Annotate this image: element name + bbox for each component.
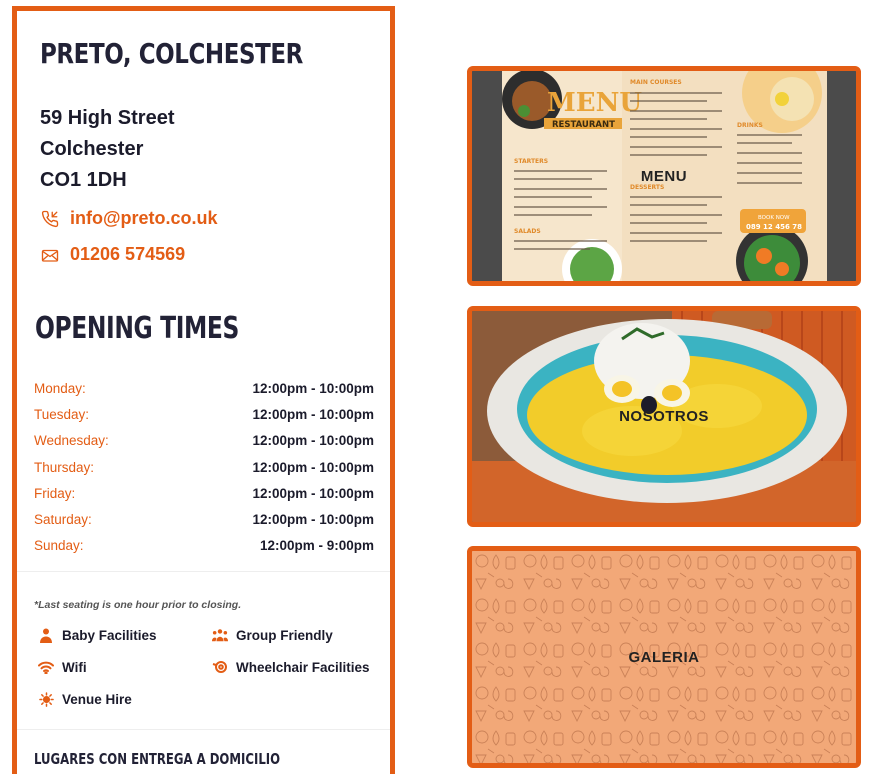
wifi-icon: [38, 659, 54, 675]
email-row: info@preto.co.uk: [40, 208, 218, 229]
address-line: CO1 1DH: [40, 169, 127, 191]
menu-section-label: MAIN COURSES: [630, 79, 682, 86]
section-divider: [17, 729, 390, 730]
address-block: 59 High Street Colchester CO1 1DH: [40, 103, 174, 196]
address-line: Colchester: [40, 138, 144, 160]
hours-time: 12:00pm - 10:00pm: [252, 380, 374, 396]
menu-board-subtitle: RESTAURANT: [552, 120, 615, 130]
hours-day: Thursday:: [34, 459, 95, 475]
feature-wheelchair-facilities: Wheelchair Facilities: [212, 659, 370, 675]
phone-link[interactable]: 01206 574569: [70, 244, 185, 265]
hours-day: Sunday:: [34, 538, 84, 554]
feature-wifi: Wifi: [38, 659, 87, 675]
hours-time: 12:00pm - 10:00pm: [252, 512, 374, 528]
phone-row: 01206 574569: [40, 244, 185, 265]
feature-label: Wifi: [62, 659, 87, 675]
hours-time: 12:00pm - 9:00pm: [259, 538, 374, 554]
hours-day: Friday:: [34, 485, 76, 501]
hours-day: Saturday:: [34, 512, 92, 528]
seating-note: *Last seating is one hour prior to closi…: [34, 599, 242, 611]
feature-label: Group Friendly: [236, 627, 333, 643]
menu-section-label: DRINKS: [737, 122, 763, 129]
feature-baby-facilities: Baby Facilities: [38, 627, 157, 643]
hours-day: Tuesday:: [34, 406, 90, 422]
hours-day: Wednesday:: [34, 433, 109, 449]
opening-hours-list: Monday: 12:00pm - 10:00pm Tuesday: 12:00…: [34, 375, 374, 559]
wheelchair-icon: [212, 659, 228, 675]
galeria-card[interactable]: GALERIA: [467, 546, 861, 768]
restaurant-name: PRETO, COLCHESTER: [40, 37, 303, 70]
nosotros-link[interactable]: NOSOTROS: [619, 408, 709, 425]
hours-row: Friday: 12:00pm - 10:00pm: [34, 480, 374, 506]
hours-row: Wednesday: 12:00pm - 10:00pm: [34, 428, 374, 454]
menu-board-cta: BOOK NOW: [758, 215, 790, 221]
features-section: *Last seating is one hour prior to closi…: [17, 571, 390, 729]
feature-label: Wheelchair Facilities: [236, 659, 370, 675]
hours-time: 12:00pm - 10:00pm: [252, 433, 374, 449]
galeria-link[interactable]: GALERIA: [629, 649, 700, 666]
feature-venue-hire: Venue Hire: [38, 691, 132, 707]
feature-label: Baby Facilities: [62, 627, 157, 643]
hours-row: Saturday: 12:00pm - 10:00pm: [34, 506, 374, 532]
hours-time: 12:00pm - 10:00pm: [252, 406, 374, 422]
hours-row: Monday: 12:00pm - 10:00pm: [34, 375, 374, 401]
menu-section-label: SALADS: [514, 228, 541, 235]
envelope-icon: [40, 245, 60, 265]
menu-board-phone: 089 12 456 78: [746, 223, 802, 231]
feature-group-friendly: Group Friendly: [212, 627, 333, 643]
opening-times-heading: OPENING TIMES: [35, 311, 239, 346]
hours-time: 12:00pm - 10:00pm: [252, 459, 374, 475]
menu-board-title: MENU: [547, 88, 642, 118]
sun-icon: [38, 691, 54, 707]
hours-row: Thursday: 12:00pm - 10:00pm: [34, 454, 374, 480]
phone-call-icon: [40, 209, 60, 229]
group-icon: [212, 627, 228, 643]
hours-row: Sunday: 12:00pm - 9:00pm: [34, 533, 374, 559]
delivery-heading: LUGARES CON ENTREGA A DOMICILIO: [34, 750, 281, 768]
email-link[interactable]: info@preto.co.uk: [70, 208, 218, 229]
address-line: 59 High Street: [40, 107, 175, 129]
menu-link[interactable]: MENU: [641, 168, 687, 185]
menu-card[interactable]: MENU RESTAURANT STARTERS SALADS MAIN COU…: [467, 66, 861, 286]
nosotros-card[interactable]: NOSOTROS: [467, 306, 861, 527]
hours-row: Tuesday: 12:00pm - 10:00pm: [34, 401, 374, 427]
menu-section-label: STARTERS: [514, 158, 548, 165]
restaurant-info-panel: PRETO, COLCHESTER 59 High Street Colches…: [12, 6, 395, 774]
person-icon: [38, 627, 54, 643]
feature-label: Venue Hire: [62, 691, 132, 707]
hours-time: 12:00pm - 10:00pm: [252, 485, 374, 501]
menu-section-label: DESSERTS: [630, 184, 664, 191]
hours-day: Monday:: [34, 380, 86, 396]
